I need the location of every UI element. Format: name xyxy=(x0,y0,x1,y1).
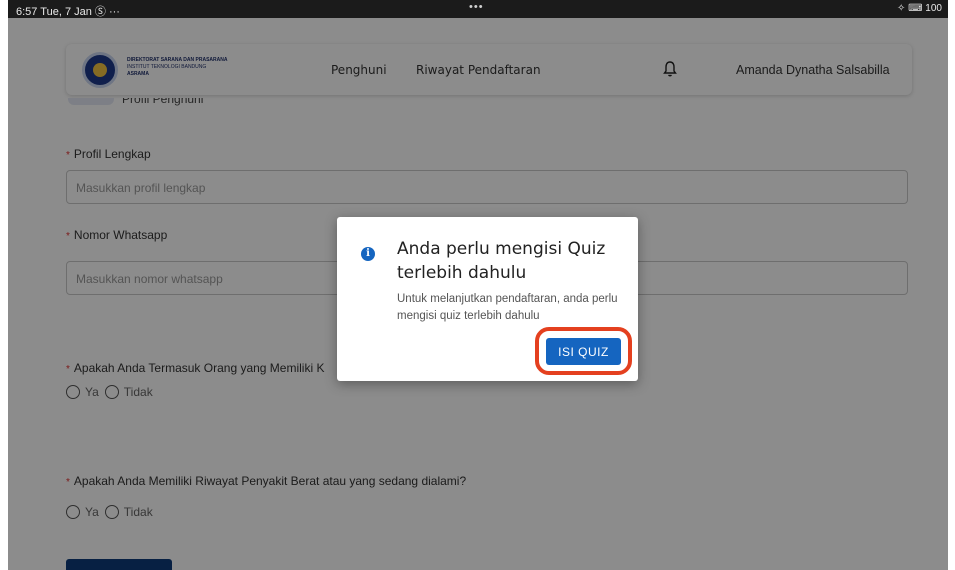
status-time: 6:57 Tue, 7 Jan Ⓢ ··· xyxy=(16,6,120,18)
quiz-required-dialog: i Anda perlu mengisi Quiz terlebih dahul… xyxy=(337,217,638,381)
info-icon: i xyxy=(361,247,375,261)
dialog-title: Anda perlu mengisi Quiz terlebih dahulu xyxy=(397,239,606,283)
status-bar: 6:57 Tue, 7 Jan Ⓢ ··· ••• ✧ ⌨ 100 xyxy=(8,0,948,18)
app-screen: DIREKTORAT SARANA DAN PRASARANA INSTITUT… xyxy=(8,18,948,570)
dialog-message: Untuk melanjutkan pendaftaran, anda perl… xyxy=(397,293,618,322)
multitask-dots[interactable]: ••• xyxy=(469,1,484,13)
isi-quiz-button[interactable]: ISI QUIZ xyxy=(546,338,621,365)
system-icons: ✧ ⌨ 100 xyxy=(896,3,942,14)
